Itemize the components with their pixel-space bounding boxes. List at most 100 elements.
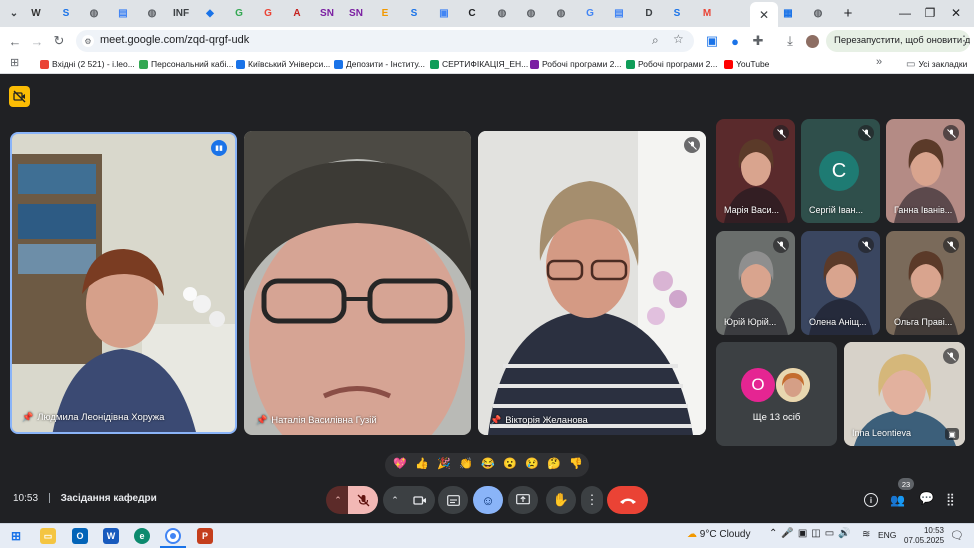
raise-hand-button[interactable]: ✋ (546, 486, 576, 514)
wifi-icon[interactable]: ≋ (862, 529, 870, 540)
tab-sn-icon[interactable]: SN (347, 4, 365, 22)
tab-pdf-icon[interactable]: A (288, 4, 306, 22)
zoom-icon[interactable]: ⌕ (652, 33, 659, 48)
chrome-icon[interactable] (165, 528, 181, 544)
chat-icon[interactable]: 💬 (919, 491, 935, 507)
self-view-tile[interactable]: Inna Leontieva ▣ (844, 342, 965, 446)
participant-tile-side[interactable]: Олена Аніщ... (801, 231, 880, 335)
profile-avatar[interactable] (803, 32, 821, 50)
bookmark-item[interactable]: Персональний кабі... (139, 57, 233, 71)
powerpoint-icon[interactable]: P (197, 528, 213, 544)
reaction-emoji-button[interactable]: 👏 (457, 457, 475, 470)
tab-google-icon[interactable]: G (230, 4, 248, 22)
bookmark-item[interactable]: YouTube (724, 57, 769, 71)
tab-doc-icon[interactable]: ▤ (114, 4, 132, 22)
pin-icon[interactable]: 📌 (256, 415, 267, 425)
mic-toggle-button[interactable] (348, 486, 378, 514)
participant-tile-side[interactable]: С Сергій Іван... (801, 119, 880, 223)
pin-icon[interactable]: 📌 (490, 415, 501, 425)
bookmark-star-icon[interactable]: ☆ (673, 32, 684, 46)
participant-tile-side[interactable]: Марія Васи... (716, 119, 795, 223)
outlook-icon[interactable]: O (72, 528, 88, 544)
more-participants-tile[interactable]: О Ще 13 осіб (716, 342, 837, 446)
file-explorer-icon[interactable]: ▭ (40, 528, 56, 544)
reaction-emoji-button[interactable]: 👍 (413, 457, 431, 470)
participant-tile-side[interactable]: Ганна Іванів... (886, 119, 965, 223)
tab-w-icon[interactable]: W (27, 4, 45, 22)
leave-call-button[interactable] (607, 486, 648, 514)
reaction-emoji-button[interactable]: 😂 (479, 457, 497, 470)
audio-options-chevron[interactable]: ⌃ (326, 486, 350, 514)
captions-button[interactable] (438, 486, 468, 514)
tab-doc-icon[interactable]: ▤ (610, 4, 628, 22)
tab-meet-active[interactable]: ✕ (750, 2, 778, 27)
video-options-chevron[interactable]: ⌃ (383, 486, 407, 514)
camera-toggle-button[interactable] (405, 486, 435, 514)
restart-to-update-button[interactable]: Перезапустити, щоб оновити дані (826, 30, 970, 52)
weather-widget[interactable]: ☁ 9°C Cloudy (687, 529, 750, 540)
tab-globe-icon[interactable]: ◍ (809, 4, 827, 22)
windows-start-icon[interactable]: ⊞ (8, 528, 24, 544)
clock[interactable]: 10:53 07.05.2025 (904, 526, 944, 546)
tab-globe-icon[interactable]: ◍ (143, 4, 161, 22)
reaction-emoji-button[interactable]: 🤔 (545, 457, 563, 470)
emoji-reactions-button[interactable]: ☺ (473, 486, 503, 514)
tab-e-icon[interactable]: E (376, 4, 394, 22)
participant-tile-side[interactable]: Юрій Юрій... (716, 231, 795, 335)
tab-globe-icon[interactable]: ◍ (522, 4, 540, 22)
tab-s-icon[interactable]: S (57, 4, 75, 22)
back-icon[interactable]: ← (6, 32, 24, 50)
bookmark-item[interactable]: Робочі програми 2... (530, 57, 622, 71)
bookmark-item[interactable]: СЕРТИФІКАЦІЯ_ЕН... (430, 57, 528, 71)
forward-icon[interactable]: → (28, 32, 46, 50)
new-tab-button[interactable]: + (838, 4, 858, 22)
extension-2-icon[interactable]: ● (726, 32, 744, 50)
edge-icon[interactable]: e (134, 528, 150, 544)
tab-google-icon[interactable]: G (581, 4, 599, 22)
minimize-icon[interactable]: — (895, 4, 915, 22)
input-language[interactable]: ENG (878, 530, 896, 540)
self-view-options-icon[interactable]: ▣ (945, 428, 959, 440)
meeting-details-icon[interactable]: i (864, 493, 878, 507)
reaction-emoji-button[interactable]: 😮 (501, 457, 519, 470)
reaction-emoji-button[interactable]: 💖 (391, 457, 409, 470)
menu-kebab-icon[interactable]: ⋮ (955, 32, 973, 50)
tab-diamond-icon[interactable]: ◆ (201, 4, 219, 22)
extensions-puzzle-icon[interactable]: ✚ (749, 32, 767, 50)
activities-icon[interactable]: ⣿ (946, 492, 960, 506)
bookmark-item[interactable]: Вхідні (2 521) - i.leo... (40, 57, 135, 71)
tab-grid-icon[interactable]: ▦ (779, 4, 797, 22)
bookmark-item[interactable]: Робочі програми 2... (626, 57, 718, 71)
bookmarks-more-button[interactable]: » (876, 56, 882, 68)
maximize-icon[interactable]: ❐ (920, 4, 940, 22)
all-bookmarks-folder[interactable]: ▭ Усі закладки (906, 57, 967, 71)
bookmark-item[interactable]: Депозити - Інститу... (334, 57, 425, 71)
reaction-emoji-button[interactable]: 😢 (523, 457, 541, 470)
site-info-icon[interactable]: ⚙ (82, 35, 94, 47)
tab-sn-icon[interactable]: SN (318, 4, 336, 22)
reaction-emoji-button[interactable]: 🎉 (435, 457, 453, 470)
word-icon[interactable]: W (103, 528, 119, 544)
tab-google-icon[interactable]: G (259, 4, 277, 22)
reaction-emoji-button[interactable]: 👎 (567, 457, 585, 470)
tab-globe-icon[interactable]: ◍ (85, 4, 103, 22)
participant-tile-main-1[interactable]: ▮▮ 📌 Людмила Леонідівна Хоружа (10, 132, 237, 434)
tab-globe-icon[interactable]: ◍ (493, 4, 511, 22)
tab-c-icon[interactable]: C (463, 4, 481, 22)
reload-icon[interactable]: ↻ (50, 32, 68, 50)
tab-globe-icon[interactable]: ◍ (552, 4, 570, 22)
address-bar[interactable]: ⚙ meet.google.com/zqd-qrgf-udk ⌕ ☆ (76, 30, 694, 52)
pin-icon[interactable]: 📌 (22, 412, 33, 422)
tab-photo-icon[interactable]: ▣ (435, 4, 453, 22)
present-screen-button[interactable] (508, 486, 538, 514)
extension-1-icon[interactable]: ▣ (703, 32, 721, 50)
bookmark-item[interactable]: Київський Універси... (236, 57, 330, 71)
participant-tile-main-2[interactable]: 📌 Наталія Василівна Гузій (244, 131, 471, 435)
tab-s-icon[interactable]: S (668, 4, 686, 22)
download-icon[interactable]: ⤓ (781, 32, 799, 50)
tab-mail-icon[interactable]: INF (172, 4, 190, 22)
people-icon[interactable]: 👥 (890, 493, 908, 509)
tab-d-icon[interactable]: D (640, 4, 658, 22)
notifications-icon[interactable]: 🗨 (950, 529, 964, 542)
tab-gmail-icon[interactable]: M (698, 4, 716, 22)
